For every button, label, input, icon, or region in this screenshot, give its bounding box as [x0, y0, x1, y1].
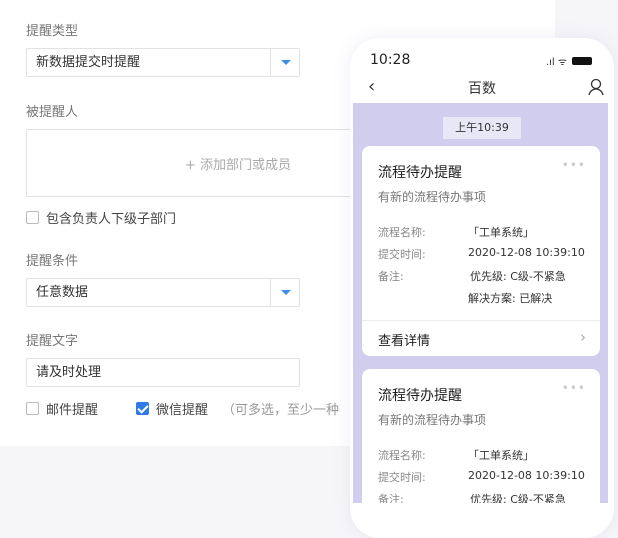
nav-title: 百数: [468, 81, 496, 97]
view-details-label: 查看详情: [378, 334, 431, 349]
hint-text: （可多选，至少一种: [222, 403, 340, 418]
value: 优先级: C级-不紧急: [470, 270, 566, 283]
more-icon[interactable]: •••: [562, 158, 586, 172]
recipient-picker[interactable]: + 添加部门或成员: [26, 129, 366, 197]
chat-area: 上午10:39 流程待办提醒 ••• 有新的流程待办事项 流程名称: 「工单系统…: [353, 103, 608, 503]
battery-icon: [572, 57, 592, 65]
checkbox-icon[interactable]: [26, 211, 39, 224]
view-details-button[interactable]: 查看详情 ›: [362, 320, 600, 356]
condition-label: 提醒条件: [26, 254, 79, 269]
email-checkbox[interactable]: 邮件提醒: [26, 399, 98, 418]
card-subtitle: 有新的流程待办事项: [378, 413, 487, 427]
text-label: 提醒文字: [26, 334, 79, 349]
label: 流程名称:: [378, 449, 426, 462]
card-title: 流程待办提醒: [378, 388, 462, 404]
label: 流程名称:: [378, 226, 426, 239]
reminder-text-input[interactable]: 请及时处理: [26, 358, 300, 387]
wechat-checkbox[interactable]: 微信提醒: [136, 399, 208, 418]
type-select[interactable]: 新数据提交时提醒: [26, 48, 300, 77]
value: 优先级: C级-不紧急: [470, 493, 566, 503]
nav-bar: ‹ 百数: [350, 76, 614, 102]
label: 备注:: [378, 493, 404, 503]
clock: 10:28: [370, 52, 411, 68]
checkbox-icon[interactable]: [26, 402, 39, 415]
condition-select[interactable]: 任意数据: [26, 278, 300, 307]
email-label: 邮件提醒: [46, 403, 99, 418]
card-subtitle: 有新的流程待办事项: [378, 190, 487, 204]
include-sub-label: 包含负责人下级子部门: [46, 212, 177, 227]
recipient-label: 被提醒人: [26, 105, 79, 120]
chat-time: 上午10:39: [443, 117, 521, 139]
value: 2020-12-08 10:39:10: [468, 469, 585, 482]
value: 「工单系统」: [468, 449, 534, 462]
add-member-button[interactable]: + 添加部门或成员: [185, 154, 291, 173]
chevron-right-icon: ›: [580, 328, 586, 346]
value: 2020-12-08 10:39:10: [468, 246, 585, 259]
type-label: 提醒类型: [26, 24, 79, 39]
wechat-label: 微信提醒: [156, 403, 209, 418]
phone-preview: 10:28 .ıl ᯤ ‹ 百数 上午10:39 流程待办提醒 ••• 有新的流…: [350, 38, 614, 538]
signal-wifi-icon: .ıl ᯤ: [545, 57, 567, 68]
card-title: 流程待办提醒: [378, 165, 462, 181]
user-icon[interactable]: [588, 78, 604, 96]
label: 提交时间:: [378, 248, 426, 261]
type-value: 新数据提交时提醒: [36, 55, 141, 70]
chevron-down-icon[interactable]: [270, 279, 299, 306]
label: 备注:: [378, 270, 404, 283]
status-icons: .ıl ᯤ: [546, 54, 592, 68]
value: 「工单系统」: [468, 226, 534, 239]
more-icon[interactable]: •••: [562, 381, 586, 395]
label: 提交时间:: [378, 471, 426, 484]
include-sub-checkbox[interactable]: 包含负责人下级子部门: [26, 208, 176, 227]
value: 解决方案: 已解决: [468, 292, 553, 305]
message-card[interactable]: 流程待办提醒 ••• 有新的流程待办事项 流程名称: 「工单系统」 提交时间: …: [362, 146, 600, 356]
checkbox-checked-icon[interactable]: [136, 402, 149, 415]
chevron-down-icon[interactable]: [270, 49, 299, 76]
condition-value: 任意数据: [36, 285, 89, 300]
message-card[interactable]: 流程待办提醒 ••• 有新的流程待办事项 流程名称: 「工单系统」 提交时间: …: [362, 369, 600, 503]
